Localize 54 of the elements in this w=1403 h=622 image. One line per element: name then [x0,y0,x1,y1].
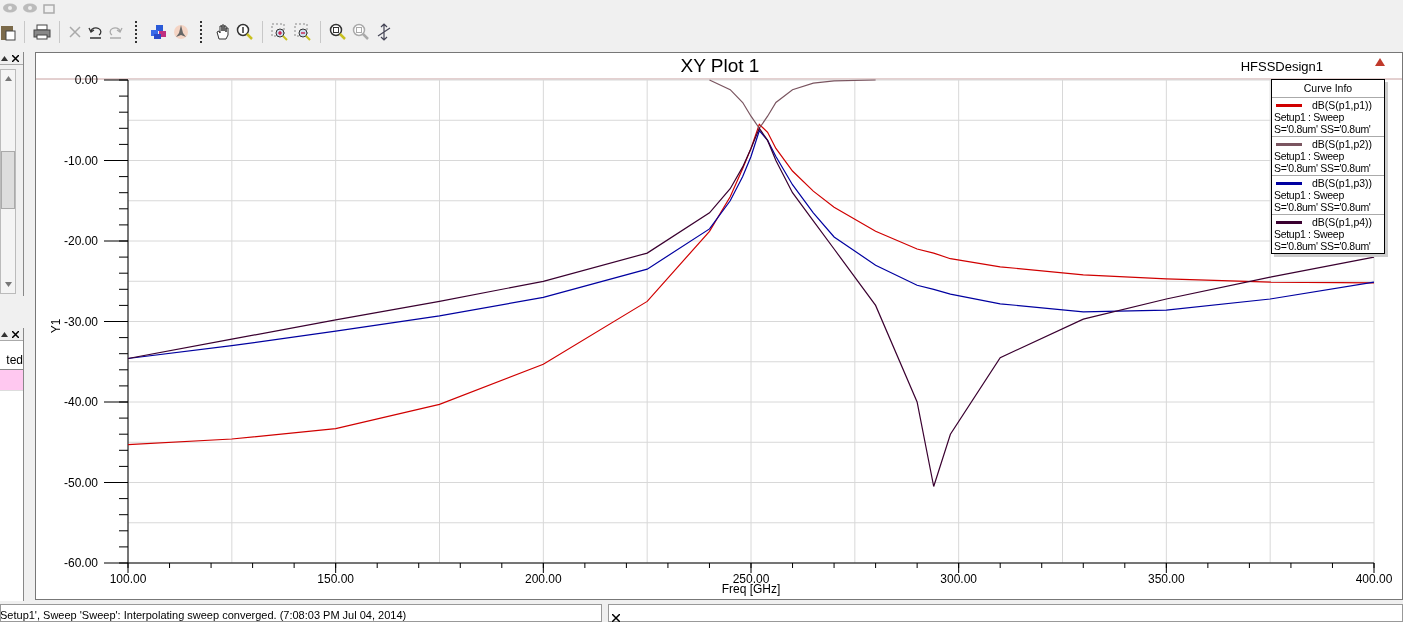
up-arrow-icon[interactable] [1,55,8,61]
legend-setup: Setup1 : Sweep [1274,150,1345,162]
legend-params: S='0.8um' SS='0.8um' [1274,240,1372,252]
legend-setup: Setup1 : Sweep [1274,111,1345,123]
legend-label: dB(S(p1,p3)) [1312,177,1373,189]
x-tick-label: 350.00 [1148,572,1185,586]
legend-swatch [1276,220,1302,224]
legend-setup: Setup1 : Sweep [1274,228,1345,240]
design-name: HFSSDesign1 [1240,59,1323,74]
scroll-down-icon[interactable] [4,282,12,287]
y-tick-label: -10.00 [63,153,98,168]
scroll-up-icon[interactable] [4,76,12,81]
legend-params: S='0.8um' SS='0.8um' [1274,201,1372,213]
legend-params: S='0.8um' SS='0.8um' [1274,162,1372,174]
legend-label: dB(S(p1,p1)) [1312,99,1373,111]
zoom-out-icon[interactable] [294,23,312,41]
plot-title: XY Plot 1 [680,55,760,76]
close-icon[interactable] [612,614,620,622]
legend-label: dB(S(p1,p4)) [1312,216,1373,228]
y-tick-label: -30.00 [63,314,98,329]
cubes-icon[interactable] [150,24,168,40]
x-tick-label: 300.00 [940,572,977,586]
legend-swatch [1276,181,1302,185]
legend-label: dB(S(p1,p2)) [1312,138,1373,150]
zoom-icon[interactable] [236,23,254,41]
zoom-in-icon[interactable] [271,23,289,41]
legend-params: S='0.8um' SS='0.8um' [1274,123,1372,135]
x-tick-label: 400.00 [1355,572,1393,586]
close-icon[interactable] [12,330,19,338]
clipboard-icon[interactable] [0,23,16,41]
scrollbar-thumb[interactable] [1,151,15,209]
axis-arrows-icon[interactable] [375,23,393,41]
x-tick-label: 100.00 [109,572,147,586]
scrollbar[interactable] [0,69,16,294]
undo-icon[interactable] [87,25,103,39]
up-arrow-icon[interactable] [1,331,8,337]
legend-swatch [1276,142,1302,146]
y-axis-label: Y1 [49,318,63,334]
y-tick-label: -20.00 [63,234,98,248]
close-icon[interactable] [12,54,19,62]
y-tick-label: -50.00 [63,475,98,490]
zoom-fit-icon[interactable] [329,23,347,41]
y-tick-label: 0.00 [74,73,98,87]
printer-icon[interactable] [33,24,51,40]
legend-swatch [1276,103,1302,107]
y-tick-label: -40.00 [63,395,98,409]
x-tick-label: 150.00 [317,572,354,586]
hand-icon[interactable] [215,23,231,41]
x-tick-label: 200.00 [525,572,562,586]
legend-title: Curve Info [1272,80,1384,98]
warning-icon[interactable] [1375,58,1385,66]
legend-setup: Setup1 : Sweep [1274,189,1345,201]
status-message: Setup1', Sweep 'Sweep': Interpolating sweep converged. (7:08:03 PM Jul 04, 2014) [1,609,407,621]
y-tick-label: -60.00 [63,556,98,570]
